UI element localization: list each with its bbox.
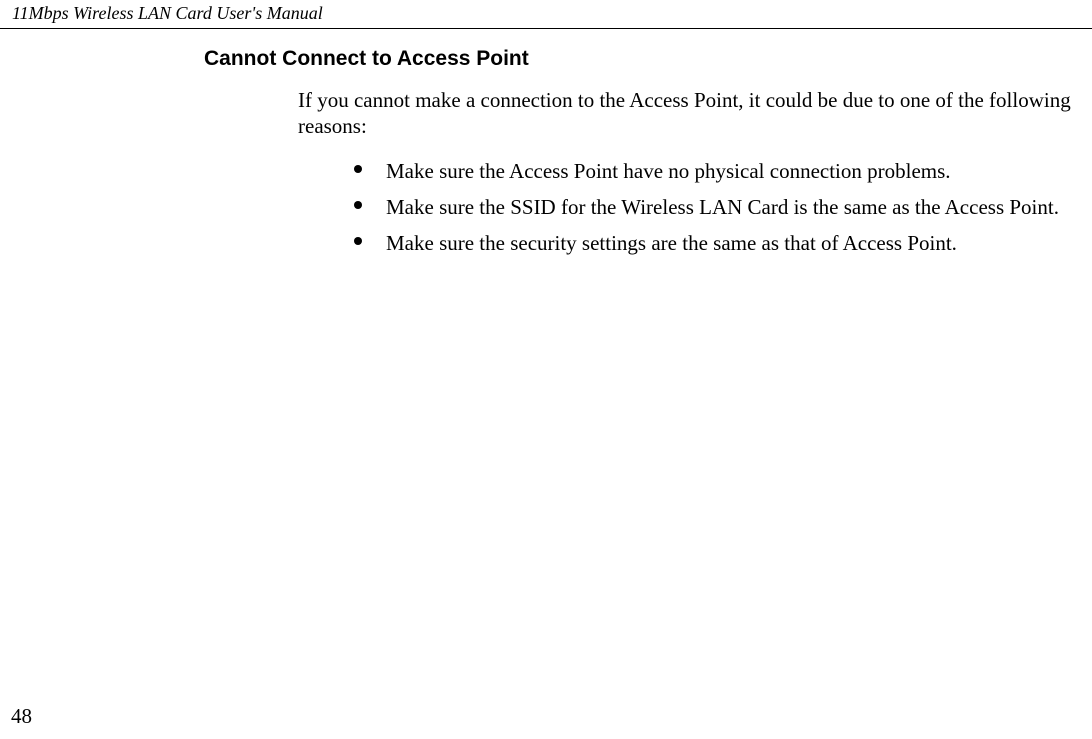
list-item: Make sure the SSID for the Wireless LAN … [354, 194, 1078, 220]
section-heading: Cannot Connect to Access Point [204, 47, 1092, 71]
list-item: Make sure the security settings are the … [354, 230, 1078, 256]
intro-paragraph: If you cannot make a connection to the A… [298, 87, 1078, 140]
list-item: Make sure the Access Point have no physi… [354, 158, 1078, 184]
bullet-list: Make sure the Access Point have no physi… [354, 158, 1078, 257]
content-area: Cannot Connect to Access Point If you ca… [0, 29, 1092, 256]
page-number: 48 [11, 704, 32, 729]
document-header: 11Mbps Wireless LAN Card User's Manual [0, 0, 1092, 29]
header-title: 11Mbps Wireless LAN Card User's Manual [12, 3, 1080, 24]
